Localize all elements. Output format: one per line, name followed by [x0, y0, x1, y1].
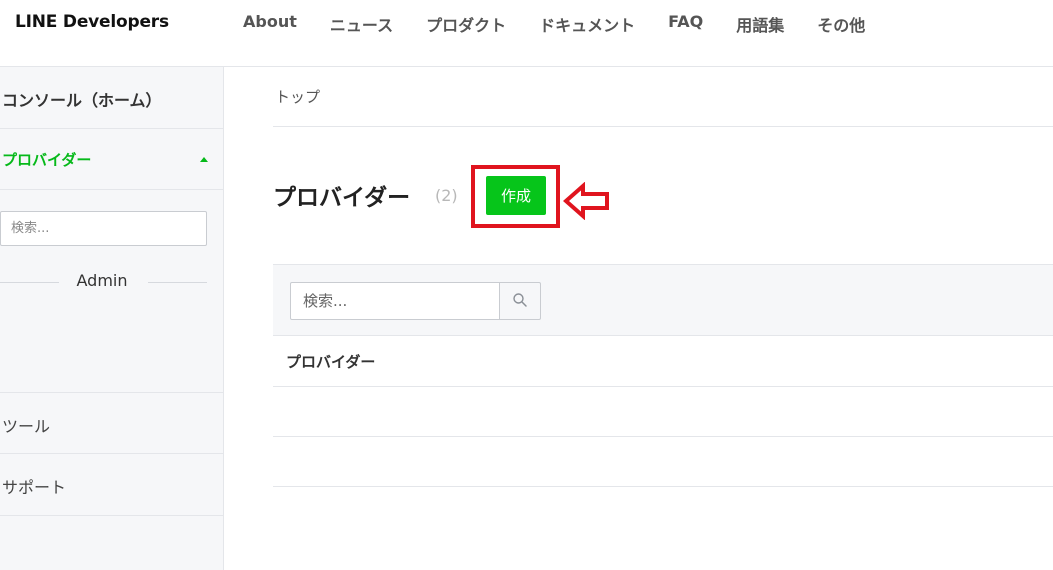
- nav-faq[interactable]: FAQ: [668, 12, 703, 36]
- sidebar-item-label: コンソール（ホーム）: [2, 91, 162, 110]
- sidebar-item-console-home[interactable]: コンソール（ホーム）: [0, 67, 223, 129]
- provider-search-input[interactable]: [290, 282, 500, 320]
- divider: [273, 126, 1053, 127]
- site-logo[interactable]: LINE Developers: [15, 12, 169, 32]
- sidebar-item-support[interactable]: サポート: [0, 454, 223, 516]
- nav-news[interactable]: ニュース: [330, 12, 393, 36]
- divider: [148, 282, 207, 283]
- sidebar-item-label: プロバイダー: [2, 151, 92, 169]
- nav-glossary[interactable]: 用語集: [736, 12, 784, 36]
- column-header-provider: プロバイダー: [286, 353, 376, 371]
- search-panel: [273, 264, 1053, 336]
- nav-more[interactable]: その他: [817, 12, 865, 36]
- admin-section-label: Admin: [76, 271, 128, 290]
- left-arrow-icon: [563, 182, 609, 220]
- table-header: プロバイダー: [273, 337, 1053, 387]
- nav-about[interactable]: About: [243, 12, 297, 36]
- table-row[interactable]: [273, 387, 1053, 437]
- page-title: プロバイダー: [273, 185, 411, 211]
- sidebar-item-label: サポート: [2, 478, 67, 497]
- table-row[interactable]: [273, 437, 1053, 487]
- top-header: LINE Developers About ニュース プロダクト ドキュメント …: [0, 0, 1053, 67]
- search-icon: [513, 292, 527, 307]
- sidebar-item-tools[interactable]: ツール: [0, 392, 223, 454]
- sidebar: コンソール（ホーム） プロバイダー Admin ツール サポート: [0, 67, 224, 570]
- caret-up-icon: [200, 157, 208, 162]
- nav-products[interactable]: プロダクト: [426, 12, 506, 36]
- sidebar-item-label: ツール: [2, 417, 51, 436]
- sidebar-search-input[interactable]: [0, 211, 207, 246]
- breadcrumb[interactable]: トップ: [275, 86, 320, 107]
- nav-documents[interactable]: ドキュメント: [539, 12, 635, 36]
- create-provider-button[interactable]: 作成: [486, 176, 546, 215]
- divider: [0, 282, 59, 283]
- sidebar-item-provider[interactable]: プロバイダー: [0, 129, 223, 190]
- provider-count: (2): [435, 186, 458, 205]
- main-nav: About ニュース プロダクト ドキュメント FAQ 用語集 その他: [243, 12, 898, 36]
- search-button[interactable]: [499, 282, 541, 320]
